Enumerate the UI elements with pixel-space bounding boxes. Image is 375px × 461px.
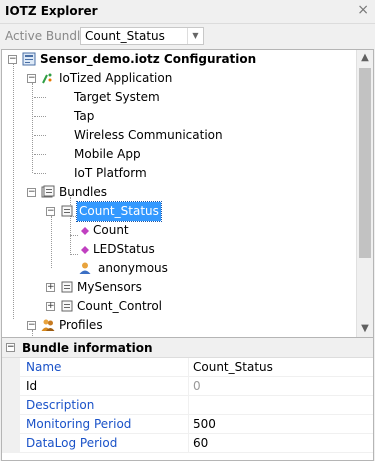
tree-label: MySensors bbox=[77, 280, 142, 294]
expand-icon[interactable]: + bbox=[46, 302, 55, 311]
iot-application-icon bbox=[42, 73, 52, 84]
user-icon bbox=[79, 262, 91, 274]
tree-scrollbar[interactable]: ▲ ▼ bbox=[356, 50, 373, 337]
tree-label: Bundles bbox=[59, 185, 108, 199]
tree-label: IoTized Application bbox=[59, 71, 173, 85]
explorer-tree[interactable]: − Sensor_demo.iotz Configuration − IoTiz… bbox=[1, 49, 374, 338]
configuration-icon bbox=[22, 52, 36, 66]
property-key: DataLog Period bbox=[26, 436, 118, 450]
property-key: Id bbox=[26, 379, 38, 393]
tree-label: IoT Platform bbox=[74, 166, 147, 180]
property-value[interactable]: 500 bbox=[193, 417, 216, 431]
property-row-name[interactable]: Name Count_Status bbox=[2, 358, 373, 377]
property-category-header[interactable]: − Bundle information bbox=[2, 338, 373, 358]
tree-label: Count bbox=[93, 223, 129, 237]
expand-icon[interactable]: + bbox=[46, 283, 55, 292]
property-row-monitoring-period[interactable]: Monitoring Period 500 bbox=[2, 415, 373, 434]
active-bundle-value: Count_Status bbox=[85, 29, 165, 43]
collapse-icon[interactable]: − bbox=[27, 188, 36, 197]
collapse-icon[interactable]: − bbox=[27, 74, 36, 83]
property-key: Description bbox=[26, 398, 95, 412]
active-bundle-label: Active Bundle: bbox=[5, 29, 92, 43]
bundle-icon bbox=[61, 300, 73, 312]
scroll-down-icon[interactable]: ▼ bbox=[357, 321, 373, 337]
property-key: Name bbox=[26, 360, 62, 374]
window-titlebar: IOTZ Explorer × bbox=[0, 0, 375, 24]
tree-label: LEDStatus bbox=[93, 242, 155, 256]
property-value: 0 bbox=[193, 379, 201, 393]
property-category-title: Bundle information bbox=[22, 341, 153, 355]
variable-icon bbox=[81, 246, 89, 254]
property-value[interactable]: Count_Status bbox=[193, 360, 273, 374]
close-icon[interactable]: × bbox=[357, 2, 369, 18]
variable-icon bbox=[81, 227, 89, 235]
bundle-icon bbox=[61, 205, 73, 217]
window-title: IOTZ Explorer bbox=[5, 4, 98, 18]
tree-label: Target System bbox=[74, 90, 160, 104]
collapse-icon[interactable]: − bbox=[46, 207, 55, 216]
chevron-down-icon[interactable]: ▼ bbox=[187, 28, 203, 44]
property-row-id[interactable]: Id 0 bbox=[2, 377, 373, 396]
profiles-icon bbox=[41, 319, 55, 331]
scroll-up-icon[interactable]: ▲ bbox=[357, 50, 373, 66]
tree-label: Tap bbox=[74, 109, 95, 123]
property-value[interactable]: 60 bbox=[193, 436, 208, 450]
active-bundle-select[interactable]: Count_Status ▼ bbox=[80, 27, 204, 45]
collapse-icon[interactable]: − bbox=[6, 343, 15, 352]
collapse-icon[interactable]: − bbox=[8, 55, 17, 64]
property-row-datalog-period[interactable]: DataLog Period 60 bbox=[2, 434, 373, 453]
tree-label-selected: Count_Status bbox=[76, 201, 162, 222]
bundles-icon bbox=[41, 185, 55, 198]
tree-label: Count_Control bbox=[77, 299, 163, 313]
bundle-information-panel: − Bundle information Name Count_Status I… bbox=[1, 338, 374, 461]
tree-root-label: Sensor_demo.iotz Configuration bbox=[40, 52, 257, 66]
scrollbar-thumb[interactable] bbox=[359, 68, 371, 258]
tree-label: Wireless Communication bbox=[74, 128, 223, 142]
bundle-icon bbox=[61, 281, 73, 293]
active-bundle-toolbar: Active Bundle: Count_Status ▼ bbox=[0, 24, 375, 48]
property-key: Monitoring Period bbox=[26, 417, 132, 431]
collapse-icon[interactable]: − bbox=[27, 321, 36, 330]
tree-label: Profiles bbox=[59, 318, 103, 332]
tree-label: anonymous bbox=[98, 261, 168, 275]
property-row-description[interactable]: Description bbox=[2, 396, 373, 415]
tree-label: Mobile App bbox=[74, 147, 141, 161]
